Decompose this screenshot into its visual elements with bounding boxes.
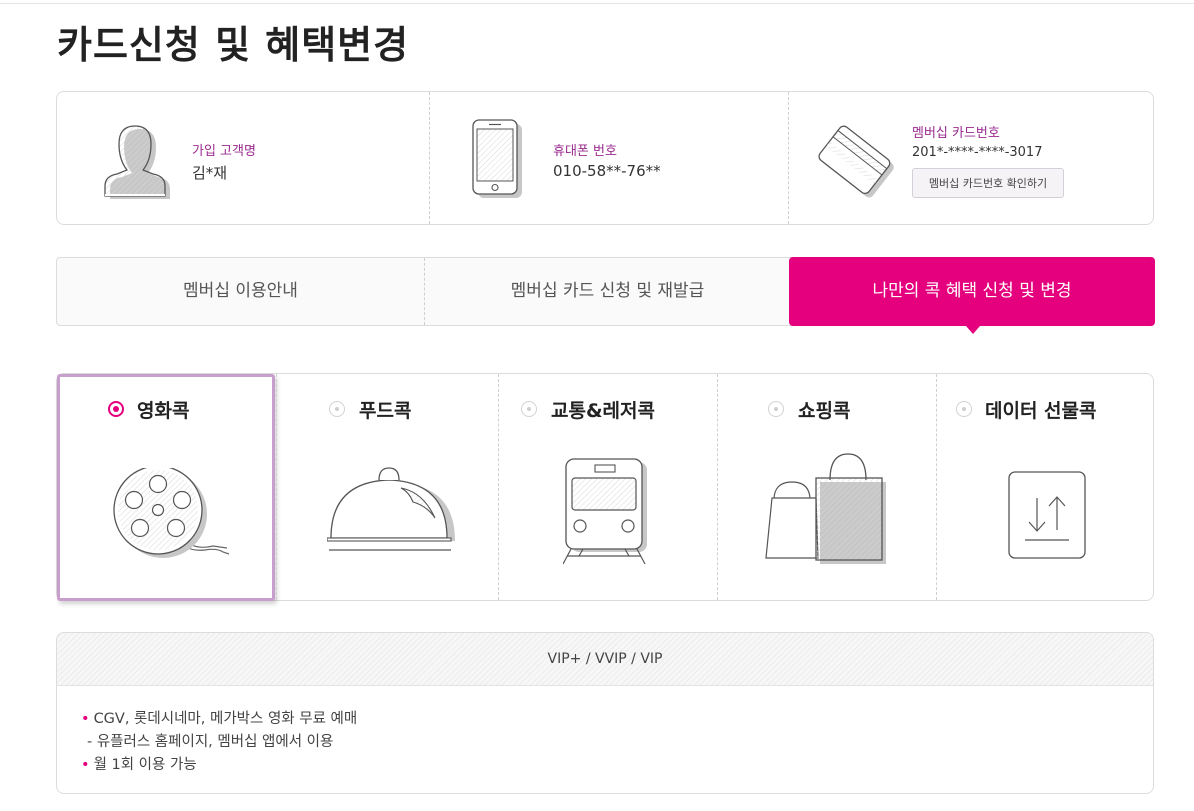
phone-section: 휴대폰 번호 010-58**-76** xyxy=(429,92,789,224)
film-reel-icon xyxy=(113,468,230,558)
check-card-number-button[interactable]: 멤버십 카드번호 확인하기 xyxy=(912,168,1064,198)
shopping-bag-icon xyxy=(765,453,886,564)
card-icon xyxy=(818,125,894,198)
category-data-gift[interactable]: 데이터 선물콕 xyxy=(936,374,1154,600)
benefit-line-3: • 월 1회 이용 가능 xyxy=(81,753,197,774)
tab-card-application[interactable]: 멤버십 카드 신청 및 재발급 xyxy=(424,258,790,325)
smartphone-icon xyxy=(472,119,522,198)
category-food[interactable]: 푸드콕 xyxy=(276,374,499,600)
radio-food[interactable] xyxy=(329,401,345,417)
tab-benefit-change[interactable]: 나만의 콕 혜택 신청 및 변경 xyxy=(789,257,1155,326)
benefit-line-1-text: CGV, 롯데시네마, 메가박스 영화 무료 예매 xyxy=(93,711,358,727)
benefit-detail-box: VIP+ / VVIP / VIP • CGV, 롯데시네마, 메가박스 영화 무… xyxy=(56,632,1154,794)
category-data-gift-label: 데이터 선물콕 xyxy=(985,400,1097,422)
person-icon xyxy=(104,125,170,199)
bullet-icon: • xyxy=(81,757,90,773)
radio-movie[interactable] xyxy=(108,401,124,417)
phone-value: 010-58**-76** xyxy=(553,162,661,180)
radio-data-gift[interactable] xyxy=(956,401,972,417)
category-transport-leisure-label: 교통&레저콕 xyxy=(551,400,655,422)
bullet-icon: • xyxy=(81,711,90,727)
page-title: 카드신청 및 혜택변경 xyxy=(57,23,410,67)
category-shopping[interactable]: 쇼핑콕 xyxy=(717,374,937,600)
category-movie[interactable]: 영화콕 xyxy=(57,374,276,601)
data-transfer-icon xyxy=(1008,471,1086,559)
customer-name-label: 가입 고객명 xyxy=(192,144,256,159)
benefit-line-3-text: 월 1회 이용 가능 xyxy=(93,757,197,773)
card-number-value: 201*-****-****-3017 xyxy=(912,145,1043,160)
benefit-grade: VIP+ / VVIP / VIP xyxy=(57,633,1153,686)
radio-shopping[interactable] xyxy=(768,401,784,417)
benefit-line-2-text: - 유플러스 홈페이지, 멤버십 앱에서 이용 xyxy=(87,734,334,750)
phone-label: 휴대폰 번호 xyxy=(553,144,617,159)
train-icon xyxy=(563,458,647,565)
category-shopping-label: 쇼핑콕 xyxy=(798,400,851,422)
member-info-card: 가입 고객명 김*재 휴대폰 번호 010-58**-76** 멤버십 카드번호… xyxy=(56,91,1154,225)
benefit-line-2: - 유플러스 홈페이지, 멤버십 앱에서 이용 xyxy=(87,730,333,751)
top-divider xyxy=(0,3,1194,4)
tab-membership-guide[interactable]: 멤버십 이용안내 xyxy=(57,258,424,325)
benefit-category-selector: 영화콕 푸드콕 교통&레저콕 쇼핑콕 데이터 선물콕 xyxy=(56,373,1154,601)
benefit-line-1: • CGV, 롯데시네마, 메가박스 영화 무료 예매 xyxy=(81,707,357,728)
food-cloche-icon xyxy=(327,467,455,551)
category-movie-label: 영화콕 xyxy=(137,400,190,422)
category-food-label: 푸드콕 xyxy=(359,400,412,422)
active-tab-pointer xyxy=(966,326,980,334)
card-number-label: 멤버십 카드번호 xyxy=(912,126,1000,141)
membership-tabs: 멤버십 이용안내 멤버십 카드 신청 및 재발급 나만의 콕 혜택 신청 및 변… xyxy=(56,257,1155,326)
radio-transport-leisure[interactable] xyxy=(521,401,537,417)
membership-card-section: 멤버십 카드번호 201*-****-****-3017 멤버십 카드번호 확인… xyxy=(788,92,1154,224)
category-transport-leisure[interactable]: 교통&레저콕 xyxy=(498,374,718,600)
customer-name-value: 김*재 xyxy=(192,164,228,182)
customer-name-section: 가입 고객명 김*재 xyxy=(57,92,429,224)
